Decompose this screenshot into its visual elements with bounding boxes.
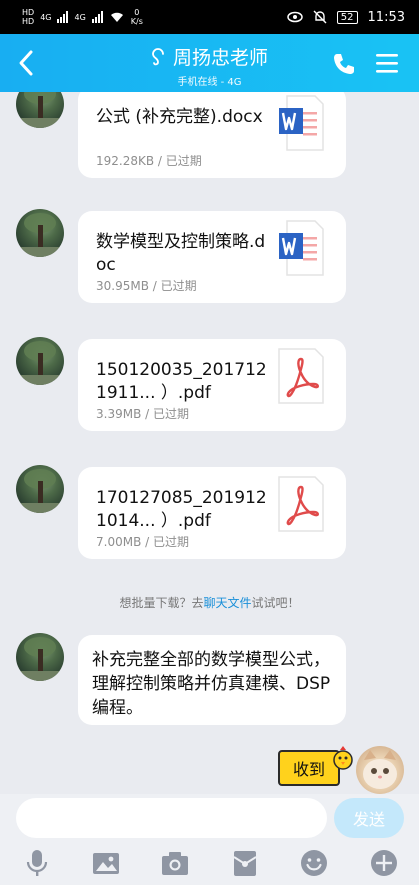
- image-icon[interactable]: [91, 848, 121, 878]
- sticker-message[interactable]: 收到: [276, 746, 356, 786]
- file-message[interactable]: 公式 (补充完整).docx 192.28KB / 已过期: [78, 92, 346, 178]
- mute-bell-icon: [313, 10, 327, 24]
- eye-icon: [287, 11, 303, 23]
- emoji-icon[interactable]: [299, 848, 329, 878]
- sim1-hd: HD: [22, 8, 35, 17]
- signal-icon-2: [91, 11, 103, 23]
- file-name: 150120035_2017121911... ）.pdf: [96, 360, 267, 403]
- phone-icon[interactable]: [331, 51, 357, 77]
- file-meta: 192.28KB / 已过期: [96, 154, 202, 168]
- chat-header: 周扬忠老师 手机在线 - 4G: [0, 34, 419, 92]
- network-speed: 0 K/s: [131, 8, 143, 26]
- hint-prefix: 想批量下载？去: [119, 596, 204, 610]
- batch-download-hint: 想批量下载？去聊天文件试试吧！: [0, 594, 419, 611]
- input-toolbar: [0, 848, 419, 880]
- my-avatar[interactable]: [356, 746, 404, 794]
- file-message[interactable]: 150120035_2017121911... ）.pdf 3.39MB / 已…: [78, 339, 346, 431]
- message-input[interactable]: [16, 798, 327, 838]
- file-message[interactable]: 数学模型及控制策略.doc 30.95MB / 已过期: [78, 211, 346, 303]
- status-right: 52 11:53: [287, 10, 405, 25]
- word-file-icon: [279, 95, 324, 151]
- menu-icon[interactable]: [374, 51, 400, 75]
- contact-avatar[interactable]: [16, 633, 64, 681]
- clock: 11:53: [367, 9, 405, 25]
- file-message[interactable]: 170127085_2019121014... ）.pdf 7.00MB / 已…: [78, 467, 346, 559]
- plus-icon[interactable]: [369, 848, 399, 878]
- word-file-icon: [279, 220, 324, 276]
- sim-labels: HD HD: [22, 8, 34, 26]
- contact-avatar[interactable]: [16, 209, 64, 257]
- status-bar: HD HD 4G 4G 0 K/s 52 11:53: [0, 0, 419, 34]
- pdf-file-icon: [278, 476, 324, 532]
- microphone-icon[interactable]: [22, 848, 52, 878]
- sim2-hd: HD: [22, 17, 35, 26]
- chick-icon: [333, 746, 353, 770]
- cat-avatar-icon: [363, 750, 397, 789]
- chat-files-link[interactable]: 聊天文件: [203, 596, 251, 610]
- ear-icon: [152, 47, 164, 65]
- speed-value: 0: [134, 8, 140, 17]
- file-name: 170127085_2019121014... ）.pdf: [96, 488, 267, 531]
- sim1-network: 4G: [40, 12, 52, 22]
- send-button[interactable]: 发送: [334, 798, 404, 838]
- status-left: HD HD 4G 4G 0 K/s: [22, 8, 143, 26]
- file-name: 公式 (补充完整).docx: [96, 107, 263, 127]
- file-meta: 7.00MB / 已过期: [96, 535, 189, 549]
- file-meta: 3.39MB / 已过期: [96, 407, 189, 421]
- contact-name: 周扬忠老师: [172, 47, 268, 69]
- file-name: 数学模型及控制策略.doc: [96, 232, 266, 275]
- contact-avatar[interactable]: [16, 337, 64, 385]
- signal-icon: [57, 11, 69, 23]
- file-meta: 30.95MB / 已过期: [96, 279, 197, 293]
- text-message[interactable]: 补充完整全部的数学模型公式，理解控制策略并仿真建模、DSP编程。: [78, 635, 346, 725]
- contact-avatar[interactable]: [16, 465, 64, 513]
- contact-avatar[interactable]: [16, 92, 64, 128]
- input-area: 发送: [0, 794, 419, 885]
- wifi-icon: [110, 12, 123, 22]
- battery-icon: 52: [336, 10, 358, 24]
- pdf-file-icon: [278, 348, 324, 404]
- speed-unit: K/s: [130, 17, 143, 26]
- hint-suffix: 试试吧！: [251, 596, 300, 610]
- sim2-network: 4G: [74, 12, 86, 22]
- red-packet-icon[interactable]: [230, 848, 260, 878]
- contact-title[interactable]: 周扬忠老师: [151, 43, 268, 70]
- camera-icon[interactable]: [160, 848, 190, 878]
